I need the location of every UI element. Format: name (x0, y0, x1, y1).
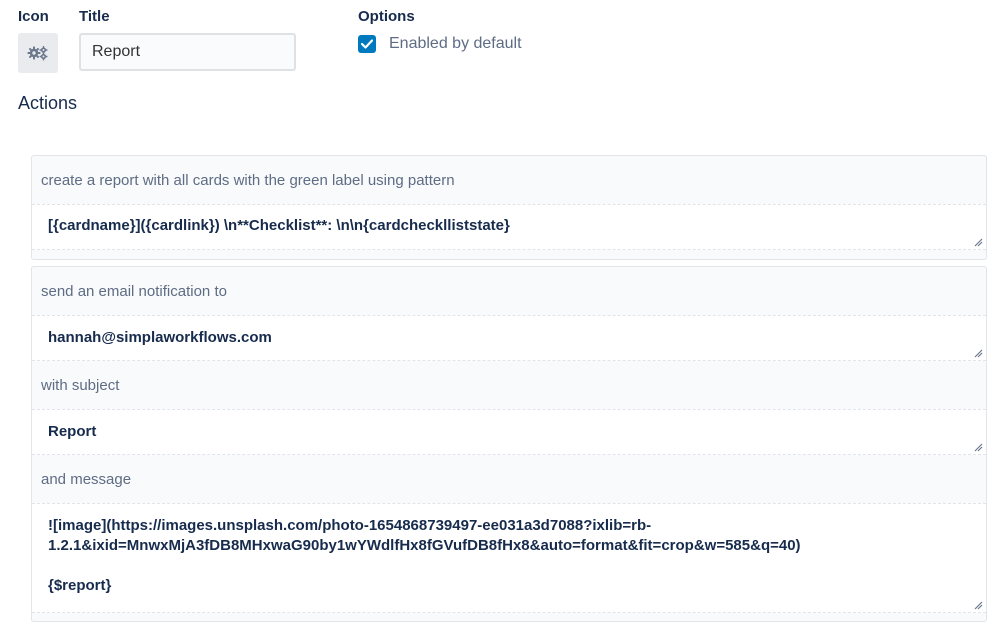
icon-picker-button[interactable] (18, 33, 58, 73)
gears-icon (27, 46, 48, 61)
pattern-textarea[interactable]: [{cardname}]({cardlink}) \n**Checklist**… (32, 204, 986, 250)
enabled-checkbox[interactable] (358, 35, 376, 53)
pattern-value: [{cardname}]({cardlink}) \n**Checklist**… (48, 217, 510, 234)
message-textarea[interactable]: ![image](https://images.unsplash.com/pho… (32, 503, 986, 613)
email-to-textarea[interactable]: hannah@simplaworkflows.com (32, 315, 986, 361)
subject-textarea[interactable]: Report (32, 409, 986, 455)
action-description: create a report with all cards with the … (41, 172, 455, 189)
action-description: send an email notification to (41, 283, 227, 300)
subject-label: with subject (41, 377, 120, 394)
options-label: Options (358, 8, 415, 25)
resize-handle-icon[interactable] (973, 600, 983, 610)
message-value: ![image](https://images.unsplash.com/pho… (48, 517, 801, 594)
subject-value: Report (48, 423, 97, 440)
resize-handle-icon[interactable] (973, 348, 983, 358)
title-input[interactable] (79, 33, 296, 71)
enabled-label[interactable]: Enabled by default (389, 35, 522, 53)
message-label: and message (41, 471, 132, 488)
icon-label: Icon (18, 8, 49, 25)
actions-heading: Actions (18, 93, 78, 113)
title-label: Title (79, 8, 110, 25)
checkmark-icon (361, 39, 373, 49)
email-to-value: hannah@simplaworkflows.com (48, 329, 272, 346)
action-card-email: send an email notification to hannah@sim… (31, 266, 987, 622)
resize-handle-icon[interactable] (973, 442, 983, 452)
resize-handle-icon[interactable] (973, 237, 983, 247)
action-card-report: create a report with all cards with the … (31, 155, 987, 260)
